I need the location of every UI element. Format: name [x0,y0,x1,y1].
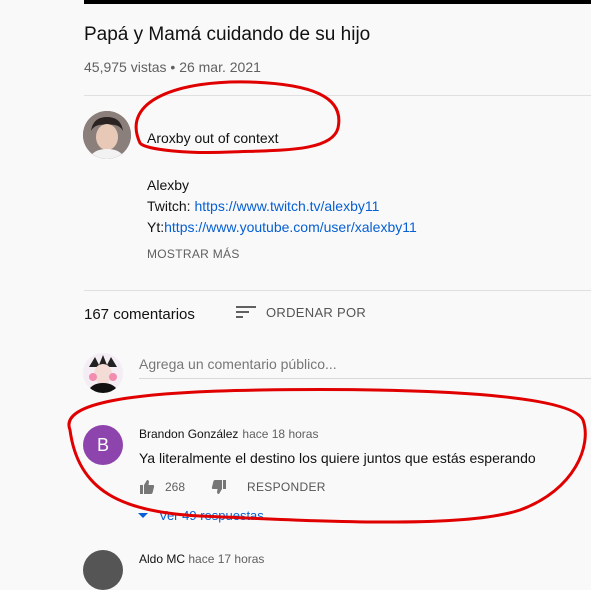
divider [84,95,591,96]
view-replies-button[interactable]: Ver 49 respuestas [137,508,264,523]
youtube-label: Yt: [147,219,165,235]
comment-actions: 268 RESPONDER [139,479,326,495]
dislike-icon[interactable] [211,479,227,495]
user-avatar [83,353,123,393]
comment-count: 167 comentarios [84,306,195,323]
sort-label: ORDENAR POR [266,304,367,320]
user-avatar-image [83,353,123,393]
add-comment-input[interactable]: Agrega un comentario público... [139,356,337,372]
show-more-button[interactable]: MOSTRAR MÁS [147,247,240,261]
view-count: 45,975 vistas [84,59,167,75]
like-icon[interactable] [139,479,155,495]
video-meta: 45,975 vistas • 26 mar. 2021 [84,59,261,75]
divider [84,290,591,291]
comment-author[interactable]: Brandon González [139,427,238,441]
meta-separator: • [170,59,180,75]
description-line: Alexby [147,177,190,193]
description-twitch: Twitch: https://www.twitch.tv/alexby11 [147,198,379,214]
sort-button[interactable]: ORDENAR POR [236,304,366,320]
commenter-avatar[interactable] [83,550,123,590]
youtube-link[interactable]: https://www.youtube.com/user/xalexby11 [164,219,417,235]
description-youtube: Yt:https://www.youtube.com/user/xalexby1… [147,219,417,235]
channel-name[interactable]: Aroxby out of context [147,130,279,146]
comment-time[interactable]: hace 17 horas [188,552,264,566]
comment-time[interactable]: hace 18 horas [242,427,318,441]
comment-header: Brandon González hace 18 horas [139,427,318,441]
like-count: 268 [165,480,186,494]
channel-avatar[interactable] [83,111,131,159]
comment-header: Aldo MC hace 17 horas [139,552,264,566]
twitch-label: Twitch: [147,198,195,214]
twitch-link[interactable]: https://www.twitch.tv/alexby11 [194,198,379,214]
view-replies-label: Ver 49 respuestas [159,508,264,523]
video-player-edge[interactable] [84,0,591,4]
comment-text: Ya literalmente el destino los quiere ju… [139,450,536,466]
comment-author[interactable]: Aldo MC [139,552,185,566]
expand-icon [138,512,148,518]
video-title: Papá y Mamá cuidando de su hijo [84,24,371,45]
commenter-avatar[interactable]: B [83,425,123,465]
upload-date: 26 mar. 2021 [179,59,261,75]
sort-icon [236,306,256,318]
reply-button[interactable]: RESPONDER [247,480,326,494]
channel-avatar-image [83,111,131,159]
add-comment-underline [139,378,591,379]
